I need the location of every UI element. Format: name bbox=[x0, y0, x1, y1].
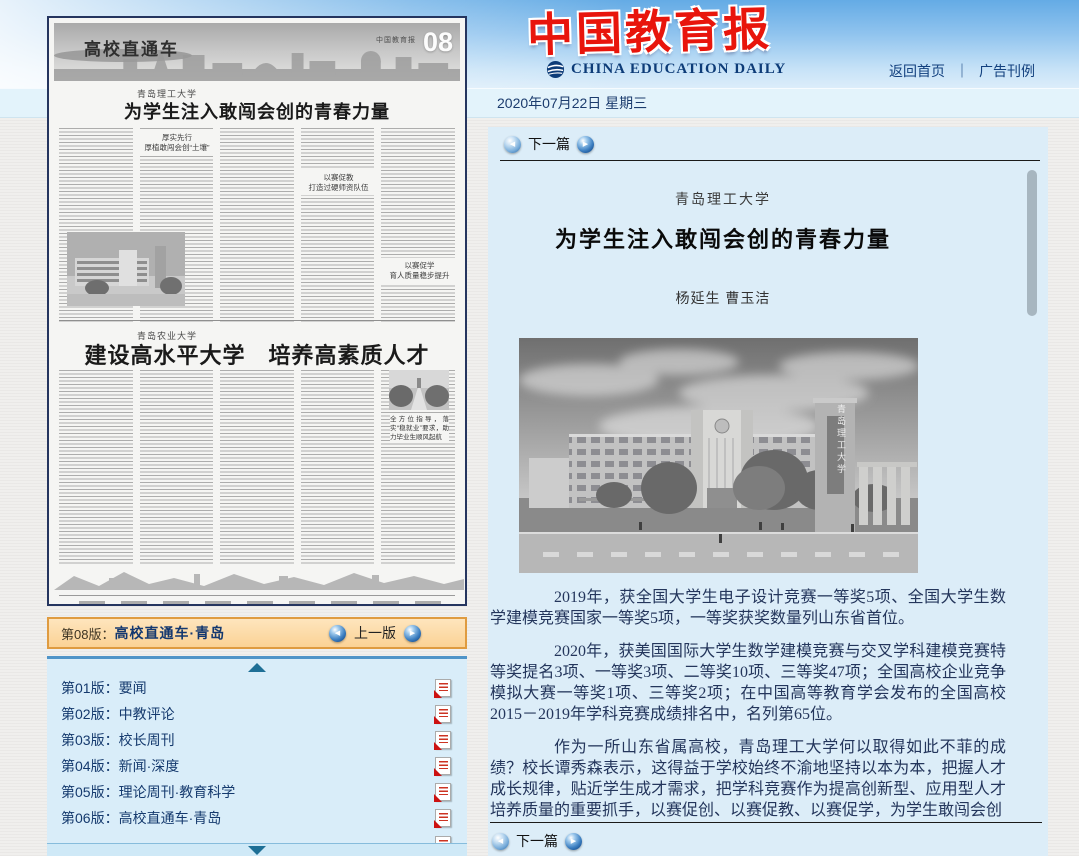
next-article-icon[interactable] bbox=[565, 833, 582, 850]
scan-avenue-photo bbox=[389, 370, 449, 410]
next-article-icon[interactable] bbox=[577, 136, 594, 153]
section-item: 第06版：高校直通车·青岛 bbox=[47, 805, 467, 831]
scan-page-number: 08 bbox=[423, 27, 453, 58]
scan-article1-subhead3: 以赛促学 育人质量稳步提升 bbox=[378, 258, 461, 283]
section-link[interactable]: 第05版：理论周刊·教育科学 bbox=[61, 782, 435, 802]
edition-bar: 第08版： 高校直通车·青岛 上一版 bbox=[47, 617, 467, 649]
edition-title: 高校直通车·青岛 bbox=[114, 623, 225, 643]
prev-article-icon[interactable] bbox=[492, 833, 509, 850]
scan-footer-rule bbox=[59, 595, 455, 596]
article-photo: 青岛理工大学 bbox=[519, 338, 918, 573]
article-paragraph: 2019年，获全国大学生电子设计竞赛一等奖5项、全国大学生数学建模竞赛国家一等奖… bbox=[490, 587, 1006, 629]
section-link[interactable]: 第03版：校长周刊 bbox=[61, 730, 435, 750]
section-item: 第05版：理论周刊·教育科学 bbox=[47, 779, 467, 805]
prev-edition-link[interactable]: 上一版 bbox=[354, 623, 396, 643]
scan-masthead-logo: 中国教育报 bbox=[376, 35, 416, 45]
article-scrollbar[interactable] bbox=[1027, 170, 1037, 316]
article-body: 2019年，获全国大学生电子设计竞赛一等奖5项、全国大学生数学建模竞赛国家一等奖… bbox=[490, 587, 1006, 821]
section-link[interactable]: 第06版：高校直通车·青岛 bbox=[61, 808, 435, 828]
sections-list: 第01版：要闻 第02版：中教评论 第03版：校长周刊 第04版：新闻·深度 第… bbox=[47, 656, 467, 856]
next-article-link[interactable]: 下一篇 bbox=[516, 831, 558, 851]
article-title: 为学生注入敢闯会创的青春力量 bbox=[488, 222, 958, 254]
pdf-icon[interactable] bbox=[435, 731, 451, 749]
prev-edition-icon[interactable] bbox=[329, 625, 346, 642]
simulated-text-column bbox=[220, 370, 294, 566]
article-divider-bottom bbox=[490, 822, 1042, 823]
scan-article1-subhead2: 以赛促教 打造过硬师资队伍 bbox=[298, 170, 379, 195]
globe-icon bbox=[546, 60, 565, 79]
section-item: 第04版：新闻·深度 bbox=[47, 753, 467, 779]
section-link[interactable]: 第01版：要闻 bbox=[61, 678, 435, 698]
scan-article1-headline: 为学生注入敢闯会创的青春力量 bbox=[49, 98, 465, 124]
simulated-text-column bbox=[59, 370, 133, 566]
pdf-icon[interactable] bbox=[435, 757, 451, 775]
section-item: 第03版：校长周刊 bbox=[47, 727, 467, 753]
scan-masthead: 高校直通车 中国教育报 08 bbox=[54, 23, 460, 81]
scan-bottom-skyline bbox=[54, 564, 464, 590]
simulated-text-column bbox=[301, 128, 375, 322]
edition-number: 第08版： bbox=[61, 624, 114, 643]
sections-scroll-down[interactable] bbox=[47, 843, 467, 856]
section-link[interactable]: 第04版：新闻·深度 bbox=[61, 756, 435, 776]
campus-photo-illustration bbox=[519, 338, 918, 573]
scan-article2-headline: 建设高水平大学 培养高素质人才 bbox=[49, 338, 465, 370]
article-divider-top bbox=[500, 160, 1040, 161]
pdf-icon[interactable] bbox=[435, 679, 451, 697]
site-logo-chinese: 中国教育报 bbox=[526, 0, 773, 65]
newspaper-page-preview[interactable]: 高校直通车 中国教育报 08 bbox=[47, 16, 467, 606]
advertising-link[interactable]: 广告刊例 bbox=[979, 61, 1035, 81]
article-nav-top: 下一篇 bbox=[504, 134, 594, 154]
article-paragraph: 作为一所山东省属高校，青岛理工大学何以取得如此不菲的成绩？校长谭秀森表示，这得益… bbox=[490, 737, 1006, 821]
scan-masthead-title: 高校直通车 bbox=[84, 35, 179, 60]
scan-article1-subhead1: 厚实先行 厚植敢闯会创“土壤” bbox=[137, 130, 217, 155]
pdf-icon[interactable] bbox=[435, 809, 451, 827]
scan-photo-caption: 全方位指导，落实“稳就业”要求，助力毕业生顺风起航 bbox=[390, 415, 449, 442]
header-links: 返回首页 ｜ 广告刊例 bbox=[889, 61, 1035, 81]
article-authors: 杨延生 曹玉洁 bbox=[488, 288, 958, 308]
sections-scroll-up[interactable] bbox=[47, 659, 467, 675]
site-logo-subtitle-text: CHINA EDUCATION DAILY bbox=[571, 61, 786, 78]
simulated-text-column bbox=[140, 370, 214, 566]
newspaper-scan: 高校直通车 中国教育报 08 bbox=[49, 18, 465, 604]
scan-article-divider bbox=[59, 320, 455, 321]
home-link[interactable]: 返回首页 bbox=[889, 61, 945, 81]
section-item: 第01版：要闻 bbox=[47, 675, 467, 701]
simulated-text-column bbox=[301, 370, 375, 566]
prev-article-icon[interactable] bbox=[504, 136, 521, 153]
edition-nav: 上一版 bbox=[329, 623, 421, 643]
scroll-up-icon[interactable] bbox=[248, 663, 266, 672]
pdf-icon[interactable] bbox=[435, 783, 451, 801]
scroll-down-icon[interactable] bbox=[248, 846, 266, 855]
scan-footer-text bbox=[79, 601, 451, 604]
section-link[interactable]: 第02版：中教评论 bbox=[61, 704, 435, 724]
article-paragraph: 2020年，获美国国际大学生数学建模竞赛与交叉学科建模竞赛特等奖提名3项、一等奖… bbox=[490, 641, 1006, 725]
pdf-icon[interactable] bbox=[435, 705, 451, 723]
simulated-text-column bbox=[220, 128, 294, 322]
article-nav-bottom: 下一篇 bbox=[492, 831, 582, 851]
article-kicker: 青岛理工大学 bbox=[488, 189, 958, 209]
article-panel: 下一篇 青岛理工大学 为学生注入敢闯会创的青春力量 杨延生 曹玉洁 bbox=[488, 127, 1048, 856]
scan-campus-photo bbox=[67, 232, 185, 306]
section-item: 第02版：中教评论 bbox=[47, 701, 467, 727]
photo-pillar-text: 青岛理工大学 bbox=[835, 404, 848, 476]
link-separator: ｜ bbox=[955, 61, 969, 81]
simulated-text-column bbox=[381, 128, 455, 322]
next-article-link[interactable]: 下一篇 bbox=[528, 134, 570, 154]
site-logo-subtitle: CHINA EDUCATION DAILY bbox=[546, 60, 786, 79]
next-edition-icon[interactable] bbox=[404, 625, 421, 642]
